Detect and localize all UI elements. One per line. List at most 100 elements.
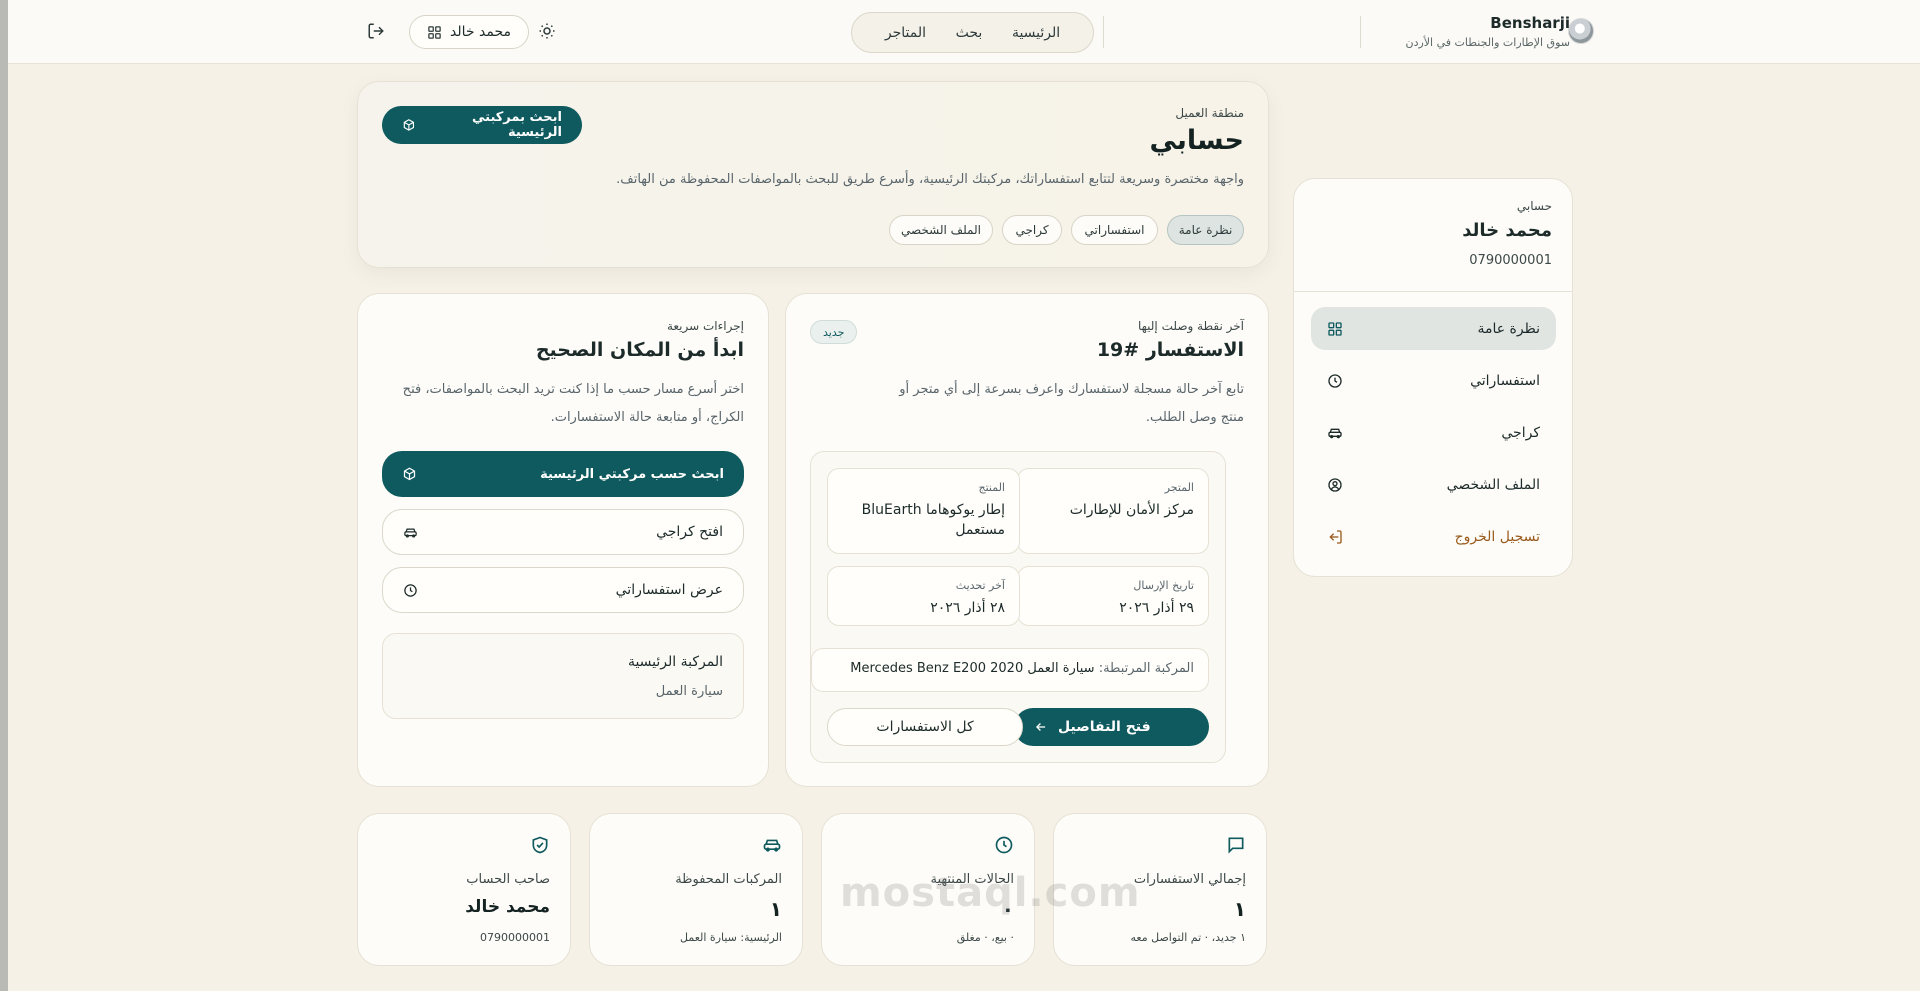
view-inquiries-button[interactable]: عرض استفساراتي — [382, 567, 744, 613]
tab-garage-label: كراجي — [1015, 223, 1049, 237]
main-vehicle-box: المركبة الرئيسية سيارة العمل — [382, 633, 744, 719]
stat-account-owner: صاحب الحساب محمد خالد 0790000001 — [357, 813, 571, 966]
linked-vehicle-value: سيارة العمل Mercedes Benz E200 2020 — [850, 661, 1095, 676]
sidebar-item-label: استفساراتي — [1470, 372, 1540, 389]
sent-value: ٢٩ أذار ٢٠٢٦ — [1119, 600, 1194, 616]
search-by-main-vehicle-label: ابحث حسب مركبتي الرئيسية — [540, 466, 724, 482]
updated-value: ٢٨ أذار ٢٠٢٦ — [930, 600, 1005, 616]
nav-home[interactable]: الرئيسية — [1012, 25, 1060, 41]
open-details-label: فتح التفاصيل — [1058, 719, 1151, 735]
car-icon — [763, 839, 781, 852]
updated-label: آخر تحديث — [955, 579, 1005, 592]
window-edge — [0, 0, 8, 991]
view-inquiries-label: عرض استفساراتي — [615, 582, 723, 598]
top-header: Bensharji سوق الإطارات والجنطات في الأرد… — [8, 0, 1920, 64]
last-inquiry-card: آخر نقطة وصلت إليها الاستفسار #19 جديد ت… — [785, 293, 1269, 787]
open-garage-label: افتح كراجي — [656, 524, 723, 540]
logout-icon — [1329, 529, 1342, 544]
sidebar-divider — [1294, 291, 1572, 292]
sidebar-item-garage[interactable]: كراجي — [1311, 411, 1556, 454]
stat-value: ١ — [769, 897, 782, 921]
stat-sub: 0790000001 — [480, 931, 550, 944]
sidebar-item-overview[interactable]: نظرة عامة — [1311, 307, 1556, 350]
store-field: المتجر مركز الأمان للإطارات — [1017, 468, 1209, 554]
theme-toggle-icon[interactable] — [538, 22, 556, 40]
inquiry-title: الاستفسار #19 — [1096, 339, 1244, 361]
quick-actions-card: إجراءات سريعة ابدأ من المكان الصحيح اختر… — [357, 293, 769, 787]
main-nav: الرئيسية بحث المتاجر — [851, 12, 1094, 53]
main-vehicle-title: المركبة الرئيسية — [627, 654, 723, 670]
box-search-icon — [403, 467, 416, 480]
page-title: حسابي — [1149, 125, 1244, 156]
user-name: محمد خالد — [450, 24, 511, 40]
product-label: المنتج — [978, 481, 1005, 494]
nav-search[interactable]: بحث — [956, 25, 983, 41]
arrow-left-icon — [1036, 723, 1046, 731]
car-icon — [404, 527, 417, 537]
search-main-vehicle-button[interactable]: ابحث بمركبتي الرئيسية — [382, 106, 582, 144]
watermark: mostaql.com — [840, 870, 1141, 916]
inquiry-eyebrow: آخر نقطة وصلت إليها — [1137, 319, 1244, 333]
hero-description: واجهة مختصرة وسريعة لتتابع استفساراتك، م… — [616, 172, 1244, 187]
linked-vehicle-label: المركبة المرتبطة: — [1098, 661, 1194, 676]
account-hero: منطقة العميل حسابي واجهة مختصرة وسريعة ل… — [357, 81, 1269, 268]
search-main-vehicle-label: ابحث بمركبتي الرئيسية — [471, 110, 562, 140]
clock-icon — [404, 583, 417, 597]
main-vehicle-value: سيارة العمل — [655, 684, 723, 699]
status-badge: جديد — [810, 320, 858, 344]
sidebar-user-name: محمد خالد — [1462, 220, 1552, 241]
header-divider — [1360, 16, 1361, 48]
chat-icon — [1228, 837, 1244, 854]
clock-icon — [995, 836, 1013, 854]
sent-label: تاريخ الإرسال — [1133, 579, 1194, 592]
sidebar-item-profile[interactable]: الملف الشخصي — [1311, 463, 1556, 506]
user-menu-button[interactable]: محمد خالد — [409, 15, 529, 49]
nav-stores[interactable]: المتاجر — [885, 25, 926, 41]
header-divider — [1103, 16, 1104, 48]
quick-description: اختر أسرع مسار حسب ما إذا كنت تريد البحث… — [402, 382, 744, 425]
car-icon — [1328, 428, 1342, 438]
tab-inquiries[interactable]: استفساراتي — [1071, 215, 1158, 245]
sidebar-eyebrow: حسابي — [1516, 199, 1552, 213]
inquiry-details-box: المتجر مركز الأمان للإطارات المنتج إطار … — [810, 451, 1226, 763]
stat-value: ١ — [1233, 897, 1246, 921]
tab-overview-label: نظرة عامة — [1178, 223, 1233, 237]
stat-sub: · بيع، · مغلق — [956, 931, 1014, 944]
stat-sub: الرئيسية: سيارة العمل — [680, 931, 782, 944]
brand[interactable]: Bensharji سوق الإطارات والجنطات في الأرد… — [1406, 14, 1571, 49]
tab-garage[interactable]: كراجي — [1002, 215, 1062, 245]
sent-date-field: تاريخ الإرسال ٢٩ أذار ٢٠٢٦ — [1017, 566, 1209, 626]
updated-date-field: آخر تحديث ٢٨ أذار ٢٠٢٦ — [827, 566, 1020, 626]
box-search-icon — [403, 118, 415, 131]
stat-saved-vehicles: المركبات المحفوظة ١ الرئيسية: سيارة العم… — [589, 813, 803, 966]
linked-vehicle-field: المركبة المرتبطة: سيارة العمل Mercedes B… — [811, 648, 1209, 692]
brand-name: Bensharji — [1490, 14, 1570, 32]
sidebar-item-label: الملف الشخصي — [1446, 476, 1540, 493]
stat-label: صاحب الحساب — [466, 872, 550, 887]
brand-logo[interactable] — [1568, 18, 1594, 44]
sidebar-phone: 0790000001 — [1469, 253, 1552, 268]
logout-icon[interactable] — [367, 22, 385, 40]
store-value: مركز الأمان للإطارات — [1069, 502, 1194, 518]
sidebar-item-label: كراجي — [1501, 424, 1540, 441]
hero-eyebrow: منطقة العميل — [1175, 106, 1244, 120]
open-garage-button[interactable]: افتح كراجي — [382, 509, 744, 555]
account-sidebar: حسابي محمد خالد 0790000001 نظرة عامة است… — [1293, 178, 1573, 577]
all-inquiries-button[interactable]: كل الاستفسارات — [827, 708, 1023, 746]
sidebar-item-label: تسجيل الخروج — [1454, 528, 1540, 545]
store-label: المتجر — [1164, 481, 1194, 494]
open-details-button[interactable]: فتح التفاصيل — [1014, 708, 1209, 746]
tab-profile[interactable]: الملف الشخصي — [889, 215, 993, 245]
sidebar-item-label: نظرة عامة — [1477, 320, 1540, 337]
sidebar-item-logout[interactable]: تسجيل الخروج — [1311, 515, 1556, 558]
shield-check-icon — [532, 836, 548, 854]
product-value: إطار يوكوهاما BluEarth مستعمل — [861, 502, 1005, 538]
inquiry-description: تابع آخر حالة مسجلة لاستفسارك واعرف بسرع… — [899, 382, 1244, 425]
brand-tagline: سوق الإطارات والجنطات في الأردن — [1405, 36, 1571, 49]
tab-inquiries-label: استفساراتي — [1084, 223, 1145, 237]
sidebar-item-inquiries[interactable]: استفساراتي — [1311, 359, 1556, 402]
stat-sub: ١ جديد، · تم التواصل معه — [1130, 931, 1246, 944]
search-by-main-vehicle-button[interactable]: ابحث حسب مركبتي الرئيسية — [382, 451, 744, 497]
tab-overview[interactable]: نظرة عامة — [1167, 215, 1244, 245]
user-circle-icon — [1328, 477, 1342, 492]
